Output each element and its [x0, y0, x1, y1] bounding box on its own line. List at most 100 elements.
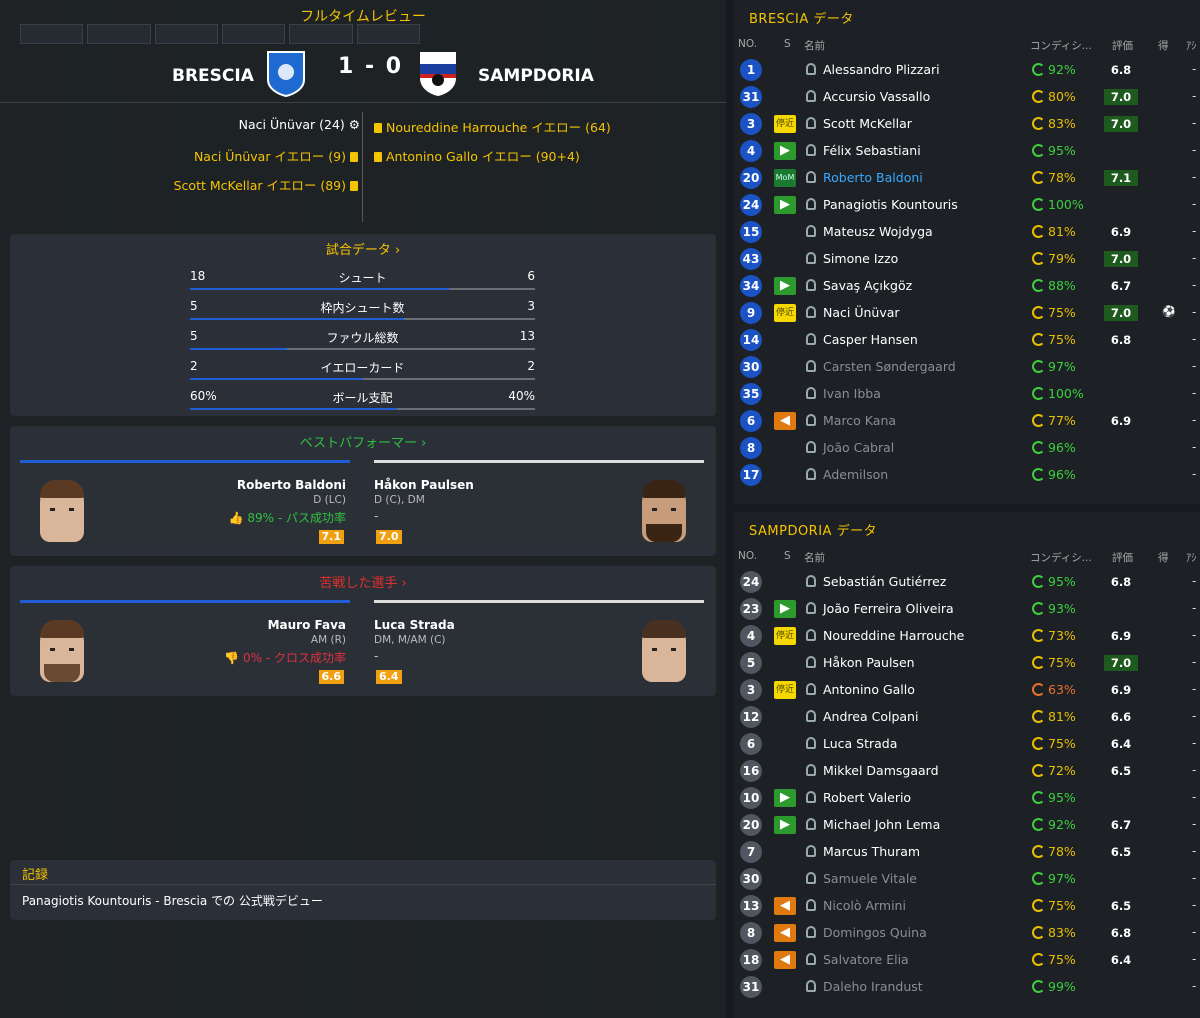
column-header[interactable]: NO. [738, 38, 757, 50]
player-row[interactable]: 17 Ademilson 96% - [734, 462, 1200, 489]
player-row[interactable]: 16 Mikkel Damsgaard 72% 6.5 - [734, 758, 1200, 785]
player-face-icon [642, 480, 686, 542]
person-icon [806, 683, 816, 695]
player-name[interactable]: Simone Izzo [823, 251, 898, 266]
player-name[interactable]: Samuele Vitale [823, 871, 917, 886]
assists-value: - [1192, 628, 1197, 642]
player-row[interactable]: 14 Casper Hansen 75% 6.8 - [734, 327, 1200, 354]
player-name[interactable]: João Cabral [823, 440, 894, 455]
player-name[interactable]: Salvatore Elia [823, 952, 909, 967]
column-header[interactable]: 得 [1158, 550, 1169, 565]
player-row[interactable]: 20 MoM Roberto Baldoni 78% 7.1 - [734, 165, 1200, 192]
player-name[interactable]: Mikkel Damsgaard [823, 763, 939, 778]
player-name[interactable]: Alessandro Plizzari [823, 62, 940, 77]
player-name[interactable]: Naci Ünüvar [823, 305, 900, 320]
player-row[interactable]: 6 Luca Strada 75% 6.4 - [734, 731, 1200, 758]
player-name[interactable]: Håkon Paulsen [823, 655, 915, 670]
player-row[interactable]: 3 停近 Scott McKellar 83% 7.0 - [734, 111, 1200, 138]
brescia-data-title[interactable]: BRESCIA データ [749, 8, 854, 27]
player-row[interactable]: 43 Simone Izzo 79% 7.0 - [734, 246, 1200, 273]
player-name[interactable]: Accursio Vassallo [823, 89, 930, 104]
player-name[interactable]: Marco Kana [823, 413, 896, 428]
player-row[interactable]: 12 Andrea Colpani 81% 6.6 - [734, 704, 1200, 731]
player-row[interactable]: 20 ▶ Michael John Lema 92% 6.7 - [734, 812, 1200, 839]
column-header[interactable]: ｱｼ [1186, 550, 1197, 565]
player-name[interactable]: Roberto Baldoni [823, 170, 923, 185]
player-name[interactable]: Antonino Gallo [823, 682, 915, 697]
player-row[interactable]: 10 ▶ Robert Valerio 95% - [734, 785, 1200, 812]
column-header[interactable]: ｱｼ [1186, 38, 1197, 53]
column-header[interactable]: 得 [1158, 38, 1169, 53]
player-row[interactable]: 23 ▶ João Ferreira Oliveira 93% - [734, 596, 1200, 623]
player-name[interactable]: Mateusz Wojdyga [823, 224, 933, 239]
player-row[interactable]: 5 Håkon Paulsen 75% 7.0 - [734, 650, 1200, 677]
best-home-card[interactable]: Roberto Baldoni D (LC) 👍 89% - パス成功率 7.1 [18, 458, 352, 544]
stat-label: ボール支配 [332, 391, 393, 405]
shirt-number: 34 [740, 275, 762, 297]
match-stats-title[interactable]: 試合データ › [10, 239, 716, 258]
column-header[interactable]: コンディシ... [1030, 38, 1092, 53]
player-name[interactable]: Luca Strada [823, 736, 897, 751]
player-row[interactable]: 4 停近 Noureddine Harrouche 73% 6.9 - [734, 623, 1200, 650]
tab-strip[interactable] [20, 24, 420, 44]
player-row[interactable]: 30 Samuele Vitale 97% - [734, 866, 1200, 893]
player-row[interactable]: 3 停近 Antonino Gallo 63% 6.9 - [734, 677, 1200, 704]
column-header[interactable]: S [784, 550, 791, 562]
player-name[interactable]: Daleho Irandust [823, 979, 923, 994]
player-name[interactable]: Andrea Colpani [823, 709, 918, 724]
struggled-title[interactable]: 苦戦した選手 › [10, 572, 716, 591]
player-row[interactable]: 1 Alessandro Plizzari 92% 6.8 - [734, 57, 1200, 84]
player-name[interactable]: Savaş Açıkgöz [823, 278, 912, 293]
player-name[interactable]: Robert Valerio [823, 790, 911, 805]
column-header[interactable]: S [784, 38, 791, 50]
player-row[interactable]: 8 João Cabral 96% - [734, 435, 1200, 462]
column-header[interactable]: コンディシ... [1030, 550, 1092, 565]
player-name[interactable]: Michael John Lema [823, 817, 940, 832]
best-away-card[interactable]: Håkon Paulsen D (C), DM - 7.0 [372, 458, 706, 544]
player-name[interactable]: Domingos Quina [823, 925, 927, 940]
player-row[interactable]: 6 ◀ Marco Kana 77% 6.9 - [734, 408, 1200, 435]
condition: 95% [1032, 574, 1076, 589]
assists-value: - [1192, 197, 1197, 211]
player-name[interactable]: Ademilson [823, 467, 888, 482]
player-name[interactable]: Noureddine Harrouche [823, 628, 964, 643]
player-name[interactable]: Félix Sebastiani [823, 143, 921, 158]
player-name[interactable]: João Ferreira Oliveira [823, 601, 954, 616]
worst-home-card[interactable]: Mauro Fava AM (R) 👎 0% - クロス成功率 6.6 [18, 598, 352, 684]
player-row[interactable]: 31 Daleho Irandust 99% - [734, 974, 1200, 1001]
player-name[interactable]: Sebastián Gutiérrez [823, 574, 946, 589]
player-name[interactable]: Marcus Thuram [823, 844, 920, 859]
player-row[interactable]: 18 ◀ Salvatore Elia 75% 6.4 - [734, 947, 1200, 974]
player-row[interactable]: 30 Carsten Søndergaard 97% - [734, 354, 1200, 381]
player-row[interactable]: 8 ◀ Domingos Quina 83% 6.8 - [734, 920, 1200, 947]
player-name[interactable]: Carsten Søndergaard [823, 359, 956, 374]
player-name[interactable]: Casper Hansen [823, 332, 918, 347]
column-header[interactable]: 名前 [804, 550, 825, 565]
best-performers-title[interactable]: ベストパフォーマー › [10, 432, 716, 451]
player-row[interactable]: 24 Sebastián Gutiérrez 95% 6.8 - [734, 569, 1200, 596]
player-row[interactable]: 9 停近 Naci Ünüvar 75% 7.0 ⚽ - [734, 300, 1200, 327]
condition-ring-icon [1032, 225, 1045, 238]
column-header[interactable]: NO. [738, 550, 757, 562]
sampdoria-data-title[interactable]: SAMPDORIA データ [749, 520, 877, 539]
player-name[interactable]: Panagiotis Kountouris [823, 197, 958, 212]
column-header[interactable]: 名前 [804, 38, 825, 53]
player-row[interactable]: 13 ◀ Nicolò Armini 75% 6.5 - [734, 893, 1200, 920]
player-row[interactable]: 35 Ivan Ibba 100% - [734, 381, 1200, 408]
away-team-name[interactable]: SAMPDORIA [478, 66, 594, 86]
player-row[interactable]: 24 ▶ Panagiotis Kountouris 100% - [734, 192, 1200, 219]
player-name[interactable]: Ivan Ibba [823, 386, 881, 401]
player-row[interactable]: 34 ▶ Savaş Açıkgöz 88% 6.7 - [734, 273, 1200, 300]
player-row[interactable]: 4 ▶ Félix Sebastiani 95% - [734, 138, 1200, 165]
worst-away-card[interactable]: Luca Strada DM, M/AM (C) - 6.4 [372, 598, 706, 684]
player-name[interactable]: Scott McKellar [823, 116, 912, 131]
column-header[interactable]: 評価 [1112, 38, 1133, 53]
column-header[interactable]: 評価 [1112, 550, 1133, 565]
person-icon [806, 90, 816, 102]
player-stat: 👍 89% - パス成功率 [228, 511, 346, 525]
player-name[interactable]: Nicolò Armini [823, 898, 906, 913]
player-row[interactable]: 7 Marcus Thuram 78% 6.5 - [734, 839, 1200, 866]
player-row[interactable]: 31 Accursio Vassallo 80% 7.0 - [734, 84, 1200, 111]
home-team-name[interactable]: BRESCIA [172, 66, 254, 86]
player-row[interactable]: 15 Mateusz Wojdyga 81% 6.9 - [734, 219, 1200, 246]
